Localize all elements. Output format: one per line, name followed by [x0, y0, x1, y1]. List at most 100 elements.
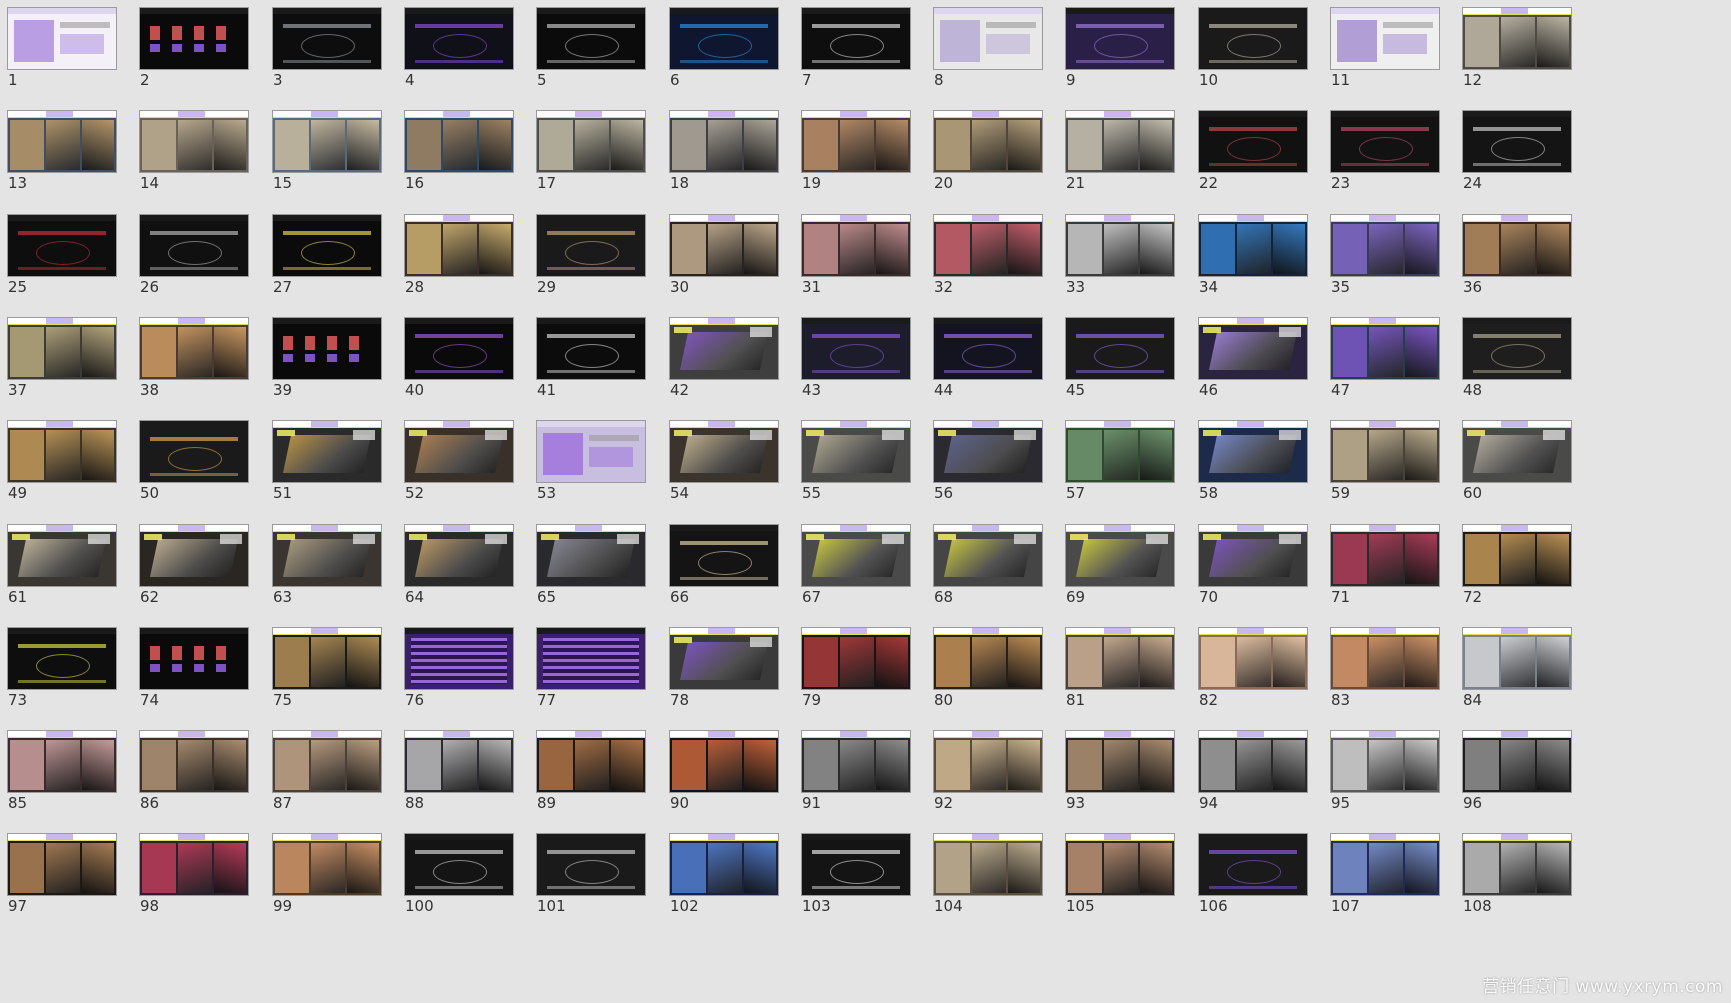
slide-thumbnail[interactable]: 41 — [536, 317, 648, 403]
slide-thumbnail[interactable]: 11 — [1330, 7, 1442, 93]
slide-thumbnail[interactable]: 93 — [1065, 730, 1177, 816]
slide-thumbnail[interactable]: 50 — [139, 420, 251, 506]
slide-thumbnail[interactable]: 61 — [7, 524, 119, 610]
slide-thumbnail[interactable]: 105 — [1065, 833, 1177, 919]
slide-thumbnail[interactable]: 90 — [669, 730, 781, 816]
slide-thumbnail[interactable]: 102 — [669, 833, 781, 919]
slide-thumbnail[interactable]: 37 — [7, 317, 119, 403]
slide-thumbnail[interactable]: 82 — [1198, 627, 1310, 713]
slide-thumbnail[interactable]: 53 — [536, 420, 648, 506]
slide-thumbnail[interactable]: 75 — [272, 627, 384, 713]
slide-thumbnail[interactable]: 60 — [1462, 420, 1574, 506]
slide-thumbnail[interactable]: 106 — [1198, 833, 1310, 919]
slide-thumbnail[interactable]: 72 — [1462, 524, 1574, 610]
slide-thumbnail[interactable]: 30 — [669, 214, 781, 300]
slide-thumbnail[interactable]: 71 — [1330, 524, 1442, 610]
slide-thumbnail[interactable]: 3 — [272, 7, 384, 93]
slide-thumbnail[interactable]: 64 — [404, 524, 516, 610]
slide-thumbnail[interactable]: 66 — [669, 524, 781, 610]
slide-thumbnail[interactable]: 76 — [404, 627, 516, 713]
slide-thumbnail[interactable]: 23 — [1330, 110, 1442, 196]
slide-thumbnail[interactable]: 49 — [7, 420, 119, 506]
slide-thumbnail[interactable]: 81 — [1065, 627, 1177, 713]
slide-thumbnail[interactable]: 21 — [1065, 110, 1177, 196]
slide-thumbnail[interactable]: 36 — [1462, 214, 1574, 300]
slide-thumbnail[interactable]: 15 — [272, 110, 384, 196]
slide-thumbnail[interactable]: 8 — [933, 7, 1045, 93]
slide-thumbnail[interactable]: 108 — [1462, 833, 1574, 919]
slide-thumbnail[interactable]: 67 — [801, 524, 913, 610]
slide-thumbnail[interactable]: 70 — [1198, 524, 1310, 610]
slide-thumbnail[interactable]: 18 — [669, 110, 781, 196]
slide-thumbnail[interactable]: 13 — [7, 110, 119, 196]
slide-thumbnail[interactable]: 48 — [1462, 317, 1574, 403]
slide-thumbnail[interactable]: 92 — [933, 730, 1045, 816]
slide-thumbnail[interactable]: 51 — [272, 420, 384, 506]
slide-thumbnail[interactable]: 73 — [7, 627, 119, 713]
slide-thumbnail[interactable]: 103 — [801, 833, 913, 919]
slide-thumbnail[interactable]: 63 — [272, 524, 384, 610]
slide-thumbnail[interactable]: 9 — [1065, 7, 1177, 93]
slide-thumbnail[interactable]: 100 — [404, 833, 516, 919]
slide-thumbnail[interactable]: 10 — [1198, 7, 1310, 93]
slide-thumbnail[interactable]: 43 — [801, 317, 913, 403]
slide-thumbnail[interactable]: 83 — [1330, 627, 1442, 713]
slide-thumbnail[interactable]: 57 — [1065, 420, 1177, 506]
slide-thumbnail[interactable]: 62 — [139, 524, 251, 610]
slide-thumbnail[interactable]: 84 — [1462, 627, 1574, 713]
slide-thumbnail[interactable]: 54 — [669, 420, 781, 506]
slide-thumbnail[interactable]: 85 — [7, 730, 119, 816]
slide-thumbnail[interactable]: 80 — [933, 627, 1045, 713]
slide-thumbnail[interactable]: 56 — [933, 420, 1045, 506]
slide-thumbnail[interactable]: 104 — [933, 833, 1045, 919]
slide-thumbnail[interactable]: 68 — [933, 524, 1045, 610]
slide-thumbnail[interactable]: 28 — [404, 214, 516, 300]
slide-thumbnail[interactable]: 47 — [1330, 317, 1442, 403]
slide-thumbnail[interactable]: 26 — [139, 214, 251, 300]
slide-thumbnail[interactable]: 52 — [404, 420, 516, 506]
slide-thumbnail[interactable]: 31 — [801, 214, 913, 300]
slide-thumbnail[interactable]: 95 — [1330, 730, 1442, 816]
slide-thumbnail[interactable]: 98 — [139, 833, 251, 919]
slide-thumbnail[interactable]: 89 — [536, 730, 648, 816]
slide-thumbnail[interactable]: 42 — [669, 317, 781, 403]
slide-thumbnail[interactable]: 40 — [404, 317, 516, 403]
slide-thumbnail[interactable]: 7 — [801, 7, 913, 93]
slide-thumbnail[interactable]: 107 — [1330, 833, 1442, 919]
slide-thumbnail[interactable]: 27 — [272, 214, 384, 300]
slide-thumbnail[interactable]: 33 — [1065, 214, 1177, 300]
slide-thumbnail[interactable]: 34 — [1198, 214, 1310, 300]
slide-thumbnail[interactable]: 29 — [536, 214, 648, 300]
slide-thumbnail[interactable]: 35 — [1330, 214, 1442, 300]
slide-thumbnail[interactable]: 44 — [933, 317, 1045, 403]
slide-thumbnail[interactable]: 74 — [139, 627, 251, 713]
slide-thumbnail[interactable]: 12 — [1462, 7, 1574, 93]
slide-thumbnail[interactable]: 101 — [536, 833, 648, 919]
slide-thumbnail[interactable]: 19 — [801, 110, 913, 196]
slide-thumbnail[interactable]: 86 — [139, 730, 251, 816]
slide-thumbnail[interactable]: 77 — [536, 627, 648, 713]
slide-thumbnail[interactable]: 79 — [801, 627, 913, 713]
slide-thumbnail[interactable]: 58 — [1198, 420, 1310, 506]
slide-thumbnail[interactable]: 32 — [933, 214, 1045, 300]
slide-thumbnail[interactable]: 39 — [272, 317, 384, 403]
slide-thumbnail[interactable]: 4 — [404, 7, 516, 93]
slide-thumbnail[interactable]: 59 — [1330, 420, 1442, 506]
slide-thumbnail[interactable]: 38 — [139, 317, 251, 403]
slide-thumbnail[interactable]: 78 — [669, 627, 781, 713]
slide-thumbnail[interactable]: 25 — [7, 214, 119, 300]
slide-thumbnail[interactable]: 16 — [404, 110, 516, 196]
slide-thumbnail[interactable]: 2 — [139, 7, 251, 93]
slide-thumbnail[interactable]: 96 — [1462, 730, 1574, 816]
slide-thumbnail[interactable]: 46 — [1198, 317, 1310, 403]
slide-thumbnail[interactable]: 5 — [536, 7, 648, 93]
slide-thumbnail[interactable]: 69 — [1065, 524, 1177, 610]
slide-thumbnail[interactable]: 99 — [272, 833, 384, 919]
slide-thumbnail[interactable]: 6 — [669, 7, 781, 93]
slide-thumbnail[interactable]: 91 — [801, 730, 913, 816]
slide-thumbnail[interactable]: 87 — [272, 730, 384, 816]
slide-thumbnail[interactable]: 55 — [801, 420, 913, 506]
slide-thumbnail[interactable]: 20 — [933, 110, 1045, 196]
slide-thumbnail[interactable]: 88 — [404, 730, 516, 816]
slide-thumbnail[interactable]: 94 — [1198, 730, 1310, 816]
